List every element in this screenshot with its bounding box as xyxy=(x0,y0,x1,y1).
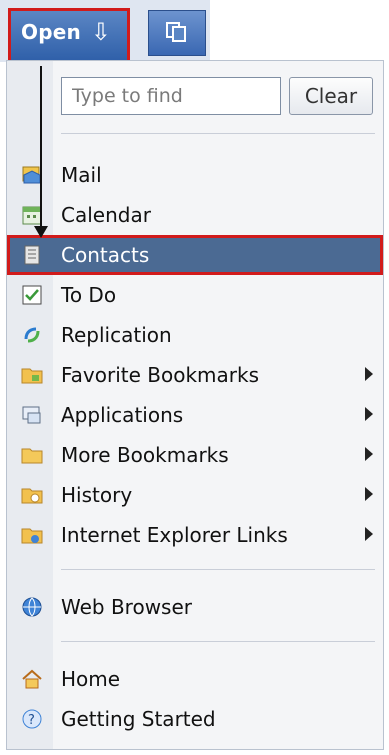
menu-item-label: Applications xyxy=(61,403,184,427)
menu-item-web-browser[interactable]: Web Browser xyxy=(7,587,383,627)
menu-item-label: History xyxy=(61,483,133,507)
menu-item-contacts[interactable]: Contacts xyxy=(7,235,383,275)
down-arrow-icon: ⇩ xyxy=(90,18,112,46)
folder-favorite-icon xyxy=(19,362,45,388)
contacts-icon xyxy=(19,242,45,268)
submenu-arrow-icon xyxy=(365,407,373,421)
top-toolbar: Open ⇩ xyxy=(0,0,210,66)
menu-item-favorite-bookmarks[interactable]: Favorite Bookmarks xyxy=(7,355,383,395)
menu-item-label: Home xyxy=(61,667,121,691)
menu-item-label: To Do xyxy=(61,283,117,307)
annotation-arrow-head xyxy=(34,226,48,238)
submenu-arrow-icon xyxy=(365,367,373,381)
divider xyxy=(61,133,375,134)
globe-icon xyxy=(19,594,45,620)
search-input[interactable] xyxy=(62,78,280,114)
menu-item-internet-explorer-links[interactable]: Internet Explorer Links xyxy=(7,515,383,555)
folder-icon xyxy=(19,442,45,468)
menu-item-label: Getting Started xyxy=(61,707,216,731)
menu-item-more-bookmarks[interactable]: More Bookmarks xyxy=(7,435,383,475)
clear-button[interactable]: Clear xyxy=(289,77,373,115)
svg-text:?: ? xyxy=(28,713,35,728)
search-box[interactable] xyxy=(61,77,281,115)
pages-icon xyxy=(166,22,186,42)
menu-item-label: More Bookmarks xyxy=(61,443,229,467)
menu-item-todo[interactable]: To Do xyxy=(7,275,383,315)
open-button[interactable]: Open ⇩ xyxy=(8,8,130,66)
replication-icon xyxy=(19,322,45,348)
home-icon xyxy=(19,666,45,692)
open-button-label: Open xyxy=(21,20,81,44)
menu-item-history[interactable]: History xyxy=(7,475,383,515)
menu-item-applications[interactable]: Applications xyxy=(7,395,383,435)
menu-item-mail[interactable]: Mail xyxy=(7,155,383,195)
open-menu: Clear Mail Calendar Contacts To Do Repli… xyxy=(6,60,384,750)
menu-item-label: Favorite Bookmarks xyxy=(61,363,260,387)
menu-item-label: Replication xyxy=(61,323,172,347)
menu-item-label: Contacts xyxy=(61,243,150,267)
ie-links-folder-icon xyxy=(19,522,45,548)
applications-icon xyxy=(19,402,45,428)
submenu-arrow-icon xyxy=(365,527,373,541)
divider xyxy=(61,569,375,570)
submenu-arrow-icon xyxy=(365,487,373,501)
help-icon: ? xyxy=(19,706,45,732)
history-folder-icon xyxy=(19,482,45,508)
menu-item-label: Mail xyxy=(61,163,102,187)
menu-item-replication[interactable]: Replication xyxy=(7,315,383,355)
submenu-arrow-icon xyxy=(365,447,373,461)
menu-item-label: Web Browser xyxy=(61,595,193,619)
menu-item-label: Calendar xyxy=(61,203,151,227)
divider xyxy=(61,641,375,642)
menu-item-home[interactable]: Home xyxy=(7,659,383,699)
todo-checkbox-icon xyxy=(19,282,45,308)
menu-item-getting-started[interactable]: ? Getting Started xyxy=(7,699,383,739)
menu-item-calendar[interactable]: Calendar xyxy=(7,195,383,235)
menu-item-label: Internet Explorer Links xyxy=(61,523,288,547)
annotation-arrow-line xyxy=(40,66,42,230)
pages-button[interactable] xyxy=(148,10,206,56)
